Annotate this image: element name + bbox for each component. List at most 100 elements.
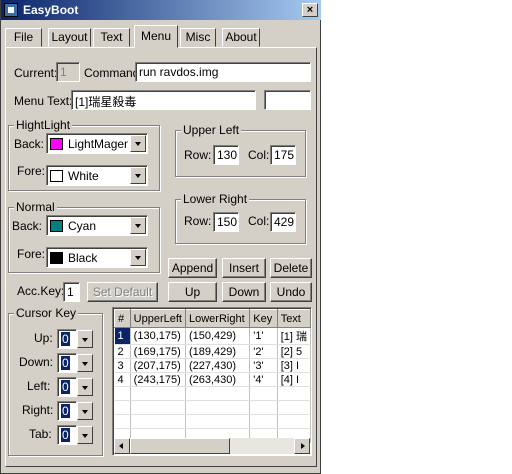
normal-group-title: Normal bbox=[14, 200, 57, 214]
cursor-down-select[interactable]: 0 bbox=[57, 353, 94, 373]
current-label: Current: bbox=[14, 66, 58, 80]
table-row[interactable]: 1 (130,175) (150,429) '1' [1] 瑞 bbox=[114, 327, 311, 345]
table-row[interactable]: 2 (169,175) (189,429) '2' [2] 5 bbox=[114, 344, 311, 359]
upper-left-row-field[interactable]: 130 bbox=[213, 145, 239, 165]
highlight-fore-label: Fore: bbox=[17, 164, 46, 178]
cursor-up-label: Up: bbox=[34, 331, 53, 345]
table-cell: 3 bbox=[114, 358, 131, 373]
acc-key-field[interactable]: 1 bbox=[63, 282, 80, 302]
acc-key-label: Acc.Key: bbox=[17, 284, 65, 298]
tab-misc[interactable]: Misc bbox=[180, 28, 216, 47]
table-cell: [3] I bbox=[277, 358, 311, 373]
lower-right-row-field[interactable]: 150 bbox=[213, 212, 239, 232]
highlight-back-label: Back: bbox=[14, 137, 45, 151]
table-cell: '4' bbox=[249, 372, 278, 387]
lower-right-row-label: Row: bbox=[184, 214, 212, 228]
cursor-tab-select[interactable]: 0 bbox=[57, 425, 94, 445]
tab-about[interactable]: About bbox=[222, 28, 260, 47]
chevron-down-icon[interactable] bbox=[77, 354, 93, 372]
tab-layout[interactable]: Layout bbox=[48, 28, 91, 47]
table-row[interactable]: 4 (243,175) (263,430) '4' [4] I bbox=[114, 372, 311, 387]
menu-items-grid[interactable]: # UpperLeft LowerRight Key Text 1 (130,1… bbox=[112, 307, 312, 456]
cursor-tab-value: 0 bbox=[61, 428, 70, 442]
cursor-left-select[interactable]: 0 bbox=[57, 377, 94, 397]
column-header[interactable]: Text bbox=[276, 309, 311, 328]
highlight-back-swatch bbox=[50, 138, 63, 150]
table-cell: (189,429) bbox=[185, 344, 251, 359]
chevron-down-icon[interactable] bbox=[130, 135, 146, 152]
up-button[interactable]: Up bbox=[168, 282, 217, 302]
cursor-key-title: Cursor Key bbox=[14, 306, 79, 320]
normal-back-swatch bbox=[50, 220, 63, 232]
table-cell: 4 bbox=[114, 372, 131, 387]
normal-fore-value: Black bbox=[68, 251, 98, 265]
normal-fore-label: Fore: bbox=[17, 247, 46, 261]
column-header[interactable]: Key bbox=[249, 309, 278, 328]
scrollbar-thumb[interactable] bbox=[130, 438, 230, 454]
command-field[interactable]: run ravdos.img bbox=[135, 62, 311, 82]
horizontal-scrollbar[interactable] bbox=[114, 438, 310, 454]
table-cell: (130,175) bbox=[130, 327, 186, 345]
table-row-empty bbox=[114, 386, 311, 401]
current-field: 1 bbox=[56, 62, 80, 82]
close-button[interactable]: × bbox=[302, 3, 318, 17]
app-icon bbox=[4, 3, 18, 17]
menu-text-field[interactable]: [1]瑞星殺毒 bbox=[71, 90, 256, 110]
upper-left-col-field[interactable]: 175 bbox=[270, 145, 296, 165]
table-cell: (243,175) bbox=[130, 372, 186, 387]
scroll-right-icon[interactable] bbox=[294, 438, 310, 454]
menu-text-label: Menu Text: bbox=[14, 94, 73, 108]
menu-text-extra-field[interactable] bbox=[264, 90, 311, 110]
table-cell: '2' bbox=[249, 344, 278, 359]
chevron-down-icon[interactable] bbox=[77, 330, 93, 348]
undo-button[interactable]: Undo bbox=[270, 282, 312, 302]
normal-back-select[interactable]: Cyan bbox=[46, 215, 148, 236]
upper-left-col-label: Col: bbox=[248, 148, 270, 162]
delete-button[interactable]: Delete bbox=[270, 258, 312, 278]
cursor-left-value: 0 bbox=[61, 380, 70, 394]
table-cell: (207,175) bbox=[130, 358, 186, 373]
scroll-left-icon[interactable] bbox=[114, 438, 130, 454]
command-label: Command: bbox=[84, 66, 143, 80]
cursor-right-select[interactable]: 0 bbox=[57, 401, 94, 421]
down-button[interactable]: Down bbox=[222, 282, 266, 302]
highlight-back-select[interactable]: LightMagenta bbox=[46, 133, 148, 154]
highlight-fore-select[interactable]: White bbox=[46, 165, 148, 186]
cursor-right-label: Right: bbox=[22, 403, 54, 417]
table-row[interactable]: 3 (207,175) (227,430) '3' [3] I bbox=[114, 358, 311, 373]
upper-left-row-label: Row: bbox=[184, 148, 212, 162]
tab-text[interactable]: Text bbox=[93, 28, 130, 47]
tab-menu[interactable]: Menu bbox=[134, 25, 178, 48]
highlight-back-value: LightMagenta bbox=[68, 137, 128, 151]
column-header[interactable]: LowerRight bbox=[184, 309, 251, 328]
chevron-down-icon[interactable] bbox=[77, 426, 93, 444]
table-cell: (150,429) bbox=[185, 327, 251, 345]
tab-file[interactable]: File bbox=[5, 28, 42, 47]
table-row-empty bbox=[114, 400, 311, 415]
window-title: EasyBoot bbox=[23, 3, 79, 17]
chevron-down-icon[interactable] bbox=[77, 378, 93, 396]
chevron-down-icon[interactable] bbox=[130, 217, 146, 234]
cursor-right-value: 0 bbox=[61, 404, 70, 418]
cursor-up-select[interactable]: 0 bbox=[57, 329, 94, 349]
upper-left-title: Upper Left bbox=[181, 123, 242, 137]
lower-right-col-label: Col: bbox=[248, 214, 270, 228]
table-cell: '1' bbox=[249, 327, 278, 345]
column-header[interactable]: UpperLeft bbox=[129, 309, 186, 328]
highlight-fore-swatch bbox=[50, 170, 63, 182]
cursor-down-label: Down: bbox=[19, 355, 54, 369]
set-default-button: Set Default bbox=[87, 282, 158, 302]
lower-right-col-field[interactable]: 429 bbox=[270, 212, 296, 232]
chevron-down-icon[interactable] bbox=[130, 249, 146, 266]
insert-button[interactable]: Insert bbox=[222, 258, 266, 278]
column-header[interactable]: # bbox=[114, 309, 131, 328]
cursor-left-label: Left: bbox=[27, 379, 51, 393]
lower-right-title: Lower Right bbox=[181, 192, 250, 206]
normal-fore-select[interactable]: Black bbox=[46, 247, 148, 268]
chevron-down-icon[interactable] bbox=[77, 402, 93, 420]
title-bar[interactable]: EasyBoot × bbox=[1, 0, 321, 20]
cursor-tab-label: Tab: bbox=[29, 427, 52, 441]
menu-items-table: # UpperLeft LowerRight Key Text 1 (130,1… bbox=[114, 309, 311, 443]
chevron-down-icon[interactable] bbox=[130, 167, 146, 184]
append-button[interactable]: Append bbox=[168, 258, 217, 278]
